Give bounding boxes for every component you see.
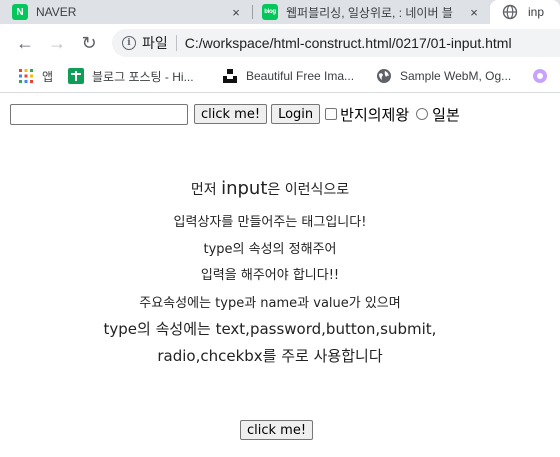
reload-icon[interactable]: ↻ — [78, 32, 100, 54]
text-input[interactable] — [10, 103, 188, 125]
japan-radio[interactable] — [416, 108, 429, 120]
click-me-button[interactable]: click me! — [194, 104, 268, 124]
tab-title: inp — [528, 5, 545, 19]
back-arrow-icon[interactable]: ← — [14, 32, 36, 54]
paragraph-line-2: 입력상자를 만들어주는 태그입니다! — [173, 215, 367, 230]
paragraph-line-1: 먼저 input은 이런식으로 — [0, 178, 540, 199]
tab-separator — [252, 5, 253, 19]
tab-title: NAVER — [36, 5, 77, 19]
bookmark-overflow[interactable] — [532, 67, 556, 85]
naver-favicon-icon: N — [12, 4, 28, 20]
tab-strip: N NAVER × blog 웹퍼블리싱, 일상위로, : 네이버 블 × in… — [0, 0, 560, 24]
info-icon[interactable]: i — [122, 36, 136, 50]
tab-close-icon[interactable]: × — [466, 4, 482, 20]
line1-emphasis: input — [221, 178, 268, 199]
radio-label: 일본 — [432, 105, 460, 124]
browser-toolbar: ← → ↻ i 파일 C:/workspace/html-construct.h… — [0, 24, 560, 62]
tab-blog[interactable]: blog 웹퍼블리싱, 일상위로, : 네이버 블 — [262, 0, 472, 24]
unsplash-icon — [222, 68, 238, 84]
bookmark-blog-posting[interactable]: 블로그 포스팅 - Hi... — [68, 67, 194, 85]
tab-close-icon[interactable]: × — [228, 4, 244, 20]
url-text[interactable]: C:/workspace/html-construct.html/0217/01… — [185, 35, 512, 51]
input-form-row: click me! Login 반지의제왕 일본 — [10, 103, 460, 125]
line1-suffix: 은 이런식으로 — [267, 182, 350, 198]
bottom-click-me-button[interactable]: click me! — [240, 420, 314, 440]
paragraph-line-5: 주요속성에는 type과 name과 value가 있으며 — [139, 296, 401, 311]
chrome-divider — [0, 92, 560, 93]
bookmarks-bar: 앱 블로그 포스팅 - Hi... Beautiful Free Ima... … — [0, 62, 560, 90]
bookmark-label: 앱 — [42, 69, 54, 84]
omnibox-divider — [175, 35, 177, 51]
globe-icon — [376, 68, 392, 84]
login-submit-button[interactable]: Login — [271, 104, 321, 124]
line1-prefix: 먼저 — [190, 182, 222, 198]
overflow-bookmark-icon — [532, 68, 548, 84]
paragraph-line-3: type의 속성의 정해주어 — [203, 242, 337, 257]
lotr-checkbox[interactable] — [325, 108, 338, 120]
tab-input-active[interactable]: inp — [490, 0, 560, 24]
scheme-label: 파일 — [142, 35, 168, 51]
forward-arrow-icon[interactable]: → — [46, 32, 68, 54]
apps-grid-icon — [18, 68, 34, 84]
paragraph-line-7: radio,chcekbx를 주로 사용합니다 — [157, 347, 383, 365]
bookmark-label: Beautiful Free Ima... — [246, 69, 355, 83]
bookmark-sample-webm[interactable]: Sample WebM, Og... — [376, 67, 511, 85]
blog-favicon-icon: blog — [262, 4, 278, 20]
paragraph-line-4: 입력을 해주어야 합니다!! — [200, 268, 340, 283]
paragraph-line-6: type의 속성에는 text,password,button,submit, — [103, 320, 437, 338]
bookmark-apps[interactable]: 앱 — [18, 67, 53, 85]
tab-title: 웹퍼블리싱, 일상위로, : 네이버 블 — [286, 5, 453, 20]
tab-naver[interactable]: N NAVER — [12, 0, 248, 24]
bookmark-plus-icon — [68, 68, 84, 84]
bookmark-label: Sample WebM, Og... — [400, 69, 512, 83]
globe-icon — [502, 4, 518, 20]
bookmark-unsplash[interactable]: Beautiful Free Ima... — [222, 67, 354, 85]
checkbox-label: 반지의제왕 — [340, 105, 410, 124]
bookmark-label: 블로그 포스팅 - Hi... — [92, 69, 194, 84]
address-bar[interactable]: i 파일 C:/workspace/html-construct.html/02… — [112, 29, 560, 57]
